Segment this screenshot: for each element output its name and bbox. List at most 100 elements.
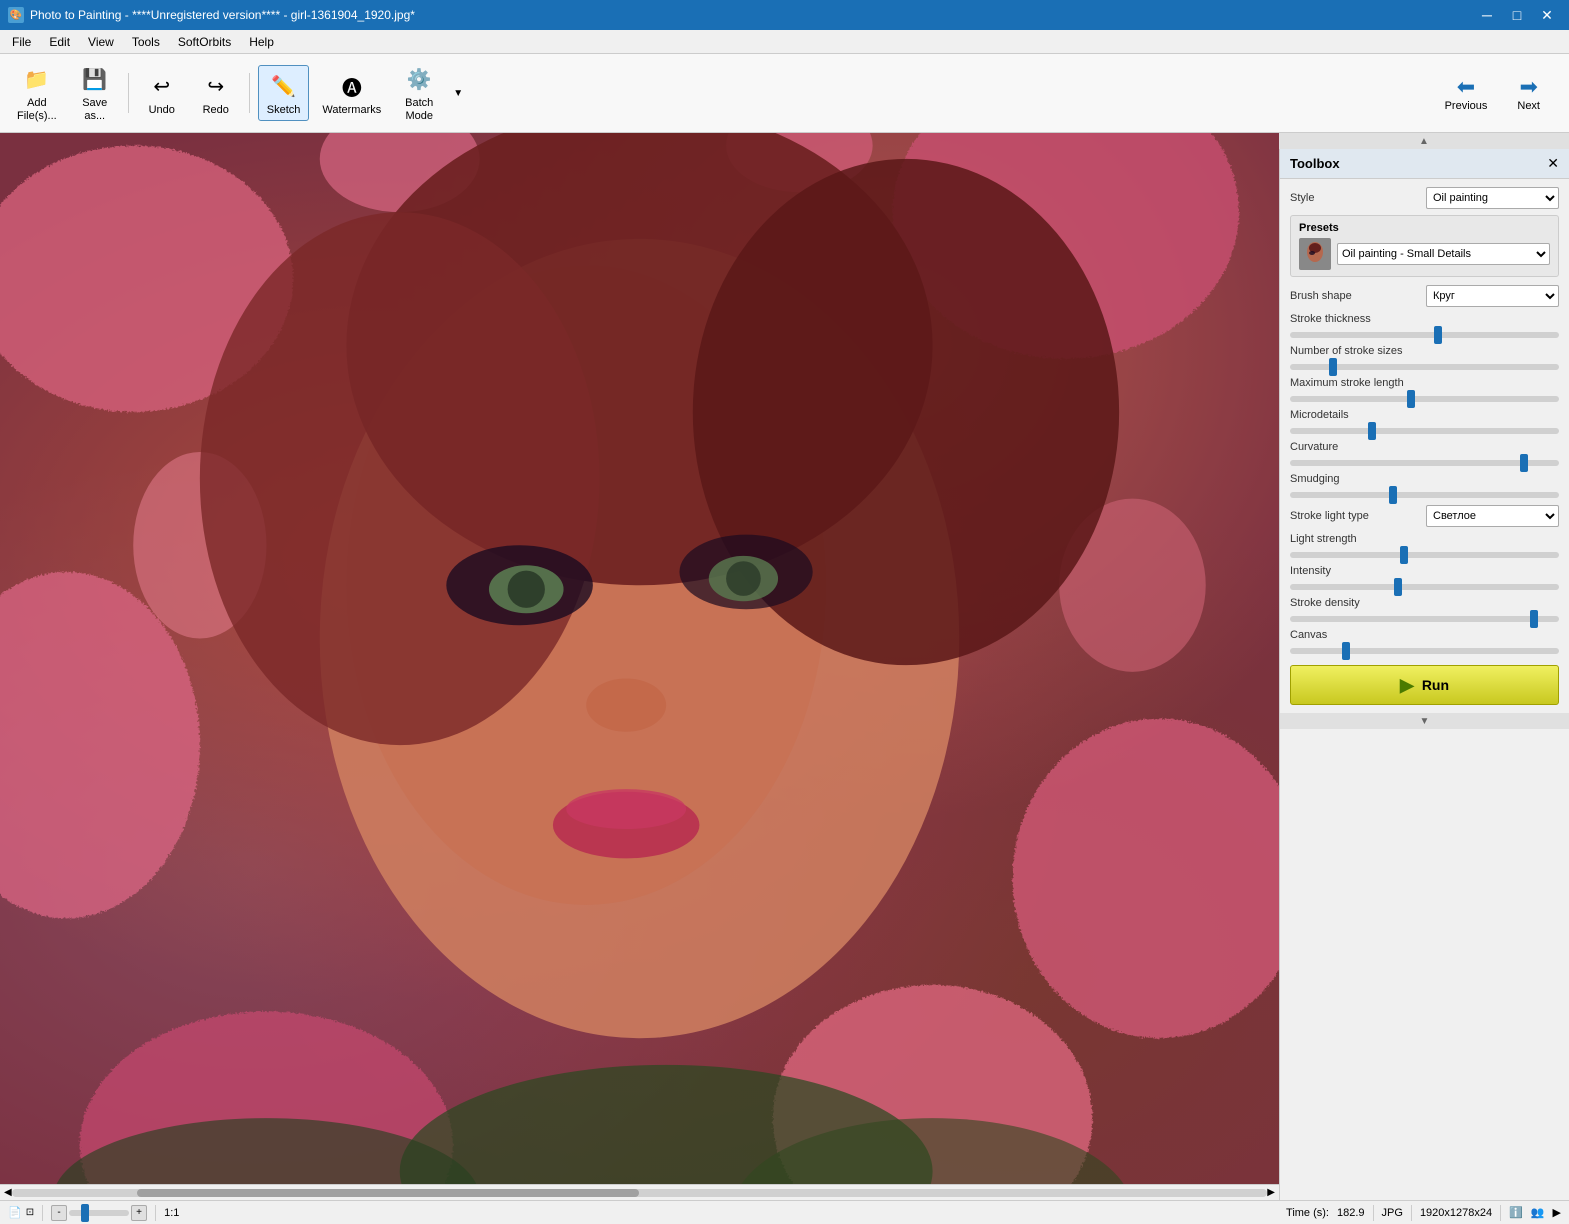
status-sep-5 xyxy=(1500,1205,1501,1221)
canvas-slider[interactable] xyxy=(1290,648,1559,654)
presets-row: Oil painting - Small Details xyxy=(1299,238,1550,270)
intensity-label: Intensity xyxy=(1290,565,1559,577)
minimize-button[interactable]: ─ xyxy=(1473,4,1501,26)
toolbox-panel: ▲ Toolbox ✕ Style Oil painting Presets xyxy=(1279,133,1569,1200)
undo-label: Undo xyxy=(149,104,175,116)
zoom-value: 1:1 xyxy=(164,1207,179,1219)
status-sep-4 xyxy=(1411,1205,1412,1221)
status-sep-1 xyxy=(42,1205,43,1221)
social-icon-1[interactable]: 👥 xyxy=(1531,1206,1545,1219)
intensity-slider[interactable] xyxy=(1290,584,1559,590)
painting-bg xyxy=(0,133,1279,1184)
menu-edit[interactable]: Edit xyxy=(41,33,78,51)
zoom-slider[interactable] xyxy=(69,1210,129,1216)
save-as-icon: 💾 xyxy=(79,63,111,95)
watermarks-icon: 🅐 xyxy=(336,70,368,102)
zoom-control: - + xyxy=(51,1205,147,1221)
batch-mode-button[interactable]: ⚙️ BatchMode xyxy=(394,58,444,128)
toolbar-sep-2 xyxy=(249,73,250,113)
sketch-button[interactable]: ✏️ Sketch xyxy=(258,65,310,121)
menu-view[interactable]: View xyxy=(80,33,122,51)
curvature-slider[interactable] xyxy=(1290,460,1559,466)
sketch-icon: ✏️ xyxy=(268,70,300,102)
nav-area: ⬅ Previous ➡ Next xyxy=(1432,69,1561,117)
zoom-out-button[interactable]: - xyxy=(51,1205,67,1221)
microdetails-label: Microdetails xyxy=(1290,409,1559,421)
stroke-density-slider[interactable] xyxy=(1290,616,1559,622)
painting-canvas xyxy=(0,133,1279,1184)
brush-shape-select[interactable]: Круг xyxy=(1426,285,1559,307)
run-icon: ▶ xyxy=(1400,675,1414,696)
info-icon[interactable]: ℹ️ xyxy=(1509,1206,1523,1219)
stroke-sizes-section: Number of stroke sizes xyxy=(1290,345,1559,373)
run-button[interactable]: ▶ Run xyxy=(1290,665,1559,705)
brush-shape-row: Brush shape Круг xyxy=(1290,285,1559,307)
stroke-light-select[interactable]: Светлое xyxy=(1426,505,1559,527)
status-bar: 📄 ⊡ - + 1:1 Time (s): 182.9 JPG 1920x127… xyxy=(0,1200,1569,1224)
presets-section: Presets Oil painting - Small Details xyxy=(1290,215,1559,277)
dimensions-label: 1920x1278x24 xyxy=(1420,1207,1492,1219)
social-icon-2[interactable]: ▶ xyxy=(1553,1206,1561,1219)
menu-help[interactable]: Help xyxy=(241,33,282,51)
toolbox-scroll-down[interactable]: ▼ xyxy=(1280,713,1569,729)
save-as-button[interactable]: 💾 Saveas... xyxy=(70,58,120,128)
page-icon-area: 📄 ⊡ xyxy=(8,1206,34,1219)
painting-svg xyxy=(0,133,1279,1184)
maximize-button[interactable]: □ xyxy=(1503,4,1531,26)
stroke-sizes-slider[interactable] xyxy=(1290,364,1559,370)
app-icon: 🎨 xyxy=(8,7,24,23)
redo-button[interactable]: ↪ Redo xyxy=(191,65,241,121)
scroll-right-btn[interactable]: ▶ xyxy=(1267,1187,1275,1198)
next-icon: ➡ xyxy=(1519,74,1537,100)
light-strength-label: Light strength xyxy=(1290,533,1559,545)
style-select[interactable]: Oil painting xyxy=(1426,187,1559,209)
stroke-thickness-section: Stroke thickness xyxy=(1290,313,1559,341)
brush-shape-label: Brush shape xyxy=(1290,290,1420,302)
next-button[interactable]: ➡ Next xyxy=(1504,69,1553,117)
curvature-section: Curvature xyxy=(1290,441,1559,469)
time-value: 182.9 xyxy=(1337,1207,1365,1219)
next-label: Next xyxy=(1517,100,1540,112)
redo-icon: ↪ xyxy=(200,70,232,102)
menu-tools[interactable]: Tools xyxy=(124,33,168,51)
horizontal-scrollbar[interactable]: ◀ ▶ xyxy=(0,1184,1279,1200)
light-strength-slider[interactable] xyxy=(1290,552,1559,558)
toolbar-more-button[interactable]: ▼ xyxy=(448,73,468,113)
save-as-label: Saveas... xyxy=(82,97,107,123)
menu-bar: File Edit View Tools SoftOrbits Help xyxy=(0,30,1569,54)
scrollbar-track[interactable] xyxy=(12,1189,1268,1197)
format-label: JPG xyxy=(1382,1207,1403,1219)
microdetails-slider[interactable] xyxy=(1290,428,1559,434)
zoom-in-button[interactable]: + xyxy=(131,1205,147,1221)
batch-mode-label: BatchMode xyxy=(405,97,433,123)
toolbox-scroll-up-btn[interactable]: ▲ xyxy=(1279,133,1569,149)
presets-select[interactable]: Oil painting - Small Details xyxy=(1337,243,1550,265)
previous-button[interactable]: ⬅ Previous xyxy=(1432,69,1501,117)
smudging-label: Smudging xyxy=(1290,473,1559,485)
redo-label: Redo xyxy=(203,104,229,116)
add-files-button[interactable]: 📁 AddFile(s)... xyxy=(8,58,66,128)
scrollbar-thumb[interactable] xyxy=(137,1189,639,1197)
stroke-thickness-slider[interactable] xyxy=(1290,332,1559,338)
previous-label: Previous xyxy=(1445,100,1488,112)
toolbox-close-button[interactable]: ✕ xyxy=(1547,155,1559,172)
stroke-thickness-label: Stroke thickness xyxy=(1290,313,1559,325)
menu-softorbits[interactable]: SoftOrbits xyxy=(170,33,239,51)
max-stroke-slider[interactable] xyxy=(1290,396,1559,402)
max-stroke-label: Maximum stroke length xyxy=(1290,377,1559,389)
scroll-left-btn[interactable]: ◀ xyxy=(4,1187,12,1198)
watermarks-button[interactable]: 🅐 Watermarks xyxy=(313,65,390,121)
smudging-slider[interactable] xyxy=(1290,492,1559,498)
stroke-light-label: Stroke light type xyxy=(1290,510,1420,522)
toolbox-content: Style Oil painting Presets xyxy=(1280,179,1569,713)
close-button[interactable]: ✕ xyxy=(1533,4,1561,26)
image-view[interactable] xyxy=(0,133,1279,1184)
canvas-section: Canvas xyxy=(1290,629,1559,657)
stroke-density-label: Stroke density xyxy=(1290,597,1559,609)
time-label: Time (s): xyxy=(1286,1207,1329,1219)
fit-icon: ⊡ xyxy=(26,1207,34,1218)
undo-button[interactable]: ↩ Undo xyxy=(137,65,187,121)
batch-mode-icon: ⚙️ xyxy=(403,63,435,95)
status-sep-2 xyxy=(155,1205,156,1221)
menu-file[interactable]: File xyxy=(4,33,39,51)
